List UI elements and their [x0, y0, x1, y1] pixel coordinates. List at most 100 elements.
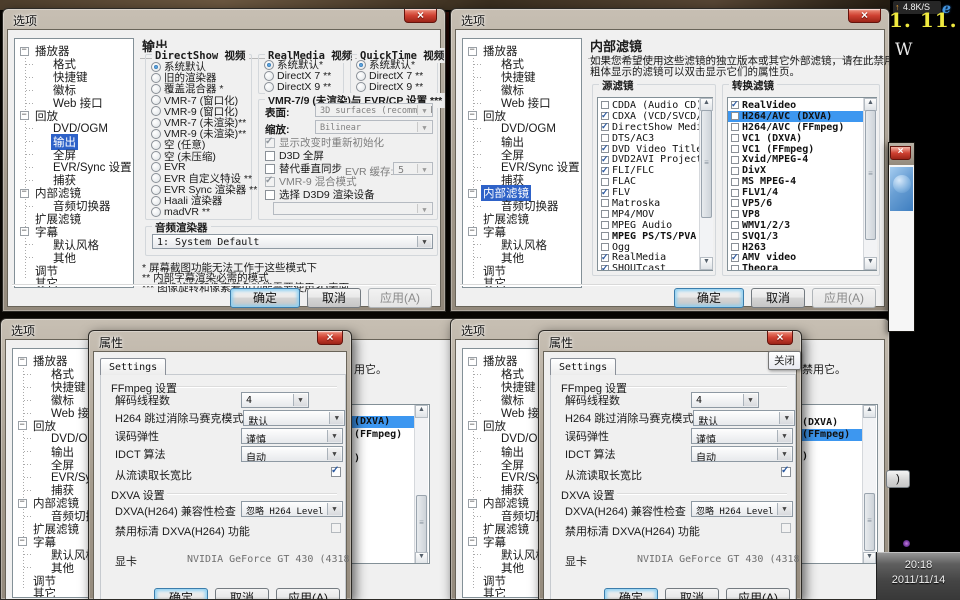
taskbar-clock[interactable]: 20:18 2011/11/14	[876, 552, 960, 600]
scrollbar[interactable]	[699, 98, 713, 270]
ok-button[interactable]: 确定	[674, 288, 744, 308]
filter-item[interactable]: Matroska	[598, 198, 712, 209]
setting-dropdown[interactable]: 自动	[241, 446, 343, 462]
filter-item[interactable]: FLV1/4	[728, 187, 876, 198]
filter-checkbox[interactable]	[731, 221, 739, 229]
radio-icon[interactable]	[264, 60, 274, 70]
filter-item[interactable]: )	[802, 451, 808, 462]
apply-button[interactable]: 应用(A)	[368, 288, 432, 308]
filter-checkbox[interactable]	[731, 254, 739, 262]
tree-expand-icon[interactable]	[20, 189, 29, 198]
filter-item[interactable]: DVD Video Title Set	[598, 144, 712, 155]
filter-item[interactable]: H263	[728, 242, 876, 253]
scrollbar-thumb[interactable]	[864, 493, 875, 551]
filter-checkbox[interactable]	[731, 134, 739, 142]
filter-item[interactable]: Ogg	[598, 242, 712, 253]
apply-button[interactable]: 应用(A)	[726, 588, 790, 600]
ok-button[interactable]: 确定	[230, 288, 300, 308]
filter-checkbox[interactable]	[731, 265, 739, 271]
radio-icon[interactable]	[356, 60, 366, 70]
filter-item[interactable]: MPEG PS/TS/PVA	[598, 231, 712, 242]
radio-option[interactable]: 空 (未压缩)	[151, 151, 257, 162]
tree-expand-icon[interactable]	[18, 357, 27, 366]
filter-checkbox[interactable]	[601, 199, 609, 207]
checkbox-icon[interactable]	[265, 138, 275, 148]
checkbox-option[interactable]: 选择 D3D9 渲染设备	[265, 188, 384, 201]
cancel-button[interactable]: 取消	[215, 588, 269, 600]
filter-checkbox[interactable]	[731, 112, 739, 120]
filter-checkbox[interactable]	[601, 265, 609, 271]
filter-checkbox[interactable]	[601, 210, 609, 218]
titlebar[interactable]: 选项	[3, 9, 445, 29]
ok-button[interactable]: 确定	[154, 588, 208, 600]
tree-expand-icon[interactable]	[468, 47, 477, 56]
radio-icon[interactable]	[151, 95, 161, 105]
radio-icon[interactable]	[151, 173, 161, 183]
filter-checkbox[interactable]	[601, 221, 609, 229]
tab-settings[interactable]: Settings	[100, 358, 166, 375]
filter-item[interactable]: RealMedia	[598, 252, 712, 263]
filter-checkbox[interactable]	[731, 210, 739, 218]
filter-item[interactable]: DirectShow Media	[598, 122, 712, 133]
checkbox-icon[interactable]	[265, 151, 275, 161]
cancel-button[interactable]: 取消	[307, 288, 361, 308]
tree-item[interactable]: 其它	[15, 277, 133, 288]
radio-icon[interactable]	[151, 62, 161, 72]
tree-expand-icon[interactable]	[468, 499, 477, 508]
filter-item[interactable]: SHOUTcast	[598, 263, 712, 271]
filter-item[interactable]: DVD2AVI Project File	[598, 154, 712, 165]
filter-item[interactable]: VC1 (DXVA)	[728, 133, 876, 144]
close-icon[interactable]	[767, 330, 793, 345]
filter-checkbox[interactable]	[731, 178, 739, 186]
radio-icon[interactable]	[356, 82, 366, 92]
tree-expand-icon[interactable]	[468, 537, 477, 546]
filter-checkbox[interactable]	[601, 189, 609, 197]
cancel-button[interactable]: 取消	[751, 288, 805, 308]
radio-icon[interactable]	[356, 71, 366, 81]
tree-expand-icon[interactable]	[20, 111, 29, 120]
filter-item[interactable]: (FFmpeg)	[800, 429, 863, 441]
tree-expand-icon[interactable]	[468, 189, 477, 198]
radio-icon[interactable]	[151, 118, 161, 128]
setting-dropdown[interactable]: 自动	[691, 446, 793, 462]
radio-option[interactable]: DirectX 9 **	[264, 81, 331, 92]
tree-item[interactable]: 其它	[463, 277, 581, 288]
filter-item[interactable]: DTS/AC3	[598, 133, 712, 144]
titlebar[interactable]: 属性	[539, 331, 801, 351]
source-filters-list[interactable]: CDDA (Audio CD) CDXA (VCD/SVCD/XCD) Dire…	[597, 97, 713, 271]
filter-item[interactable]: WMV1/2/3	[728, 220, 876, 231]
filter-item[interactable]: VP8	[728, 209, 876, 220]
scrollbar[interactable]	[862, 405, 876, 564]
setting-dropdown[interactable]: 4	[691, 392, 759, 408]
filter-item[interactable]: MP4/MOV	[598, 209, 712, 220]
tree-expand-icon[interactable]	[468, 227, 477, 236]
setting-dropdown[interactable]: 谨慎	[241, 428, 343, 444]
aspect-ratio-checkbox[interactable]	[781, 467, 791, 477]
tree-item[interactable]: 回放	[15, 109, 133, 122]
filter-item[interactable]: )	[354, 453, 360, 464]
apply-button[interactable]: 应用(A)	[812, 288, 876, 308]
radio-icon[interactable]	[151, 151, 161, 161]
setting-dropdown[interactable]: 默认	[243, 410, 345, 426]
filter-checkbox[interactable]	[601, 123, 609, 131]
filter-checkbox[interactable]	[601, 243, 609, 251]
scrollbar-thumb[interactable]	[701, 110, 712, 218]
filter-checkbox[interactable]	[731, 156, 739, 164]
filter-item[interactable]: RealVideo	[728, 100, 876, 111]
radio-option[interactable]: 系统默认*	[356, 59, 423, 70]
close-icon[interactable]	[848, 8, 881, 23]
filter-item[interactable]: AMV video	[728, 252, 876, 263]
filter-checkbox[interactable]	[731, 199, 739, 207]
setting-dropdown[interactable]: 4	[241, 392, 309, 408]
filter-item[interactable]: (DXVA)	[802, 417, 838, 428]
filter-checkbox[interactable]	[601, 156, 609, 164]
radio-icon[interactable]	[151, 207, 161, 217]
radio-option[interactable]: DirectX 7 **	[356, 70, 423, 81]
disable-sd-checkbox[interactable]	[781, 523, 791, 533]
close-icon[interactable]	[404, 8, 437, 23]
filter-item[interactable]: FLAC	[598, 176, 712, 187]
filter-checkbox[interactable]	[731, 123, 739, 131]
filter-checkbox[interactable]	[601, 232, 609, 240]
ok-button[interactable]: 确定	[604, 588, 658, 600]
audio-renderer-dropdown[interactable]: 1: System Default	[152, 234, 433, 249]
